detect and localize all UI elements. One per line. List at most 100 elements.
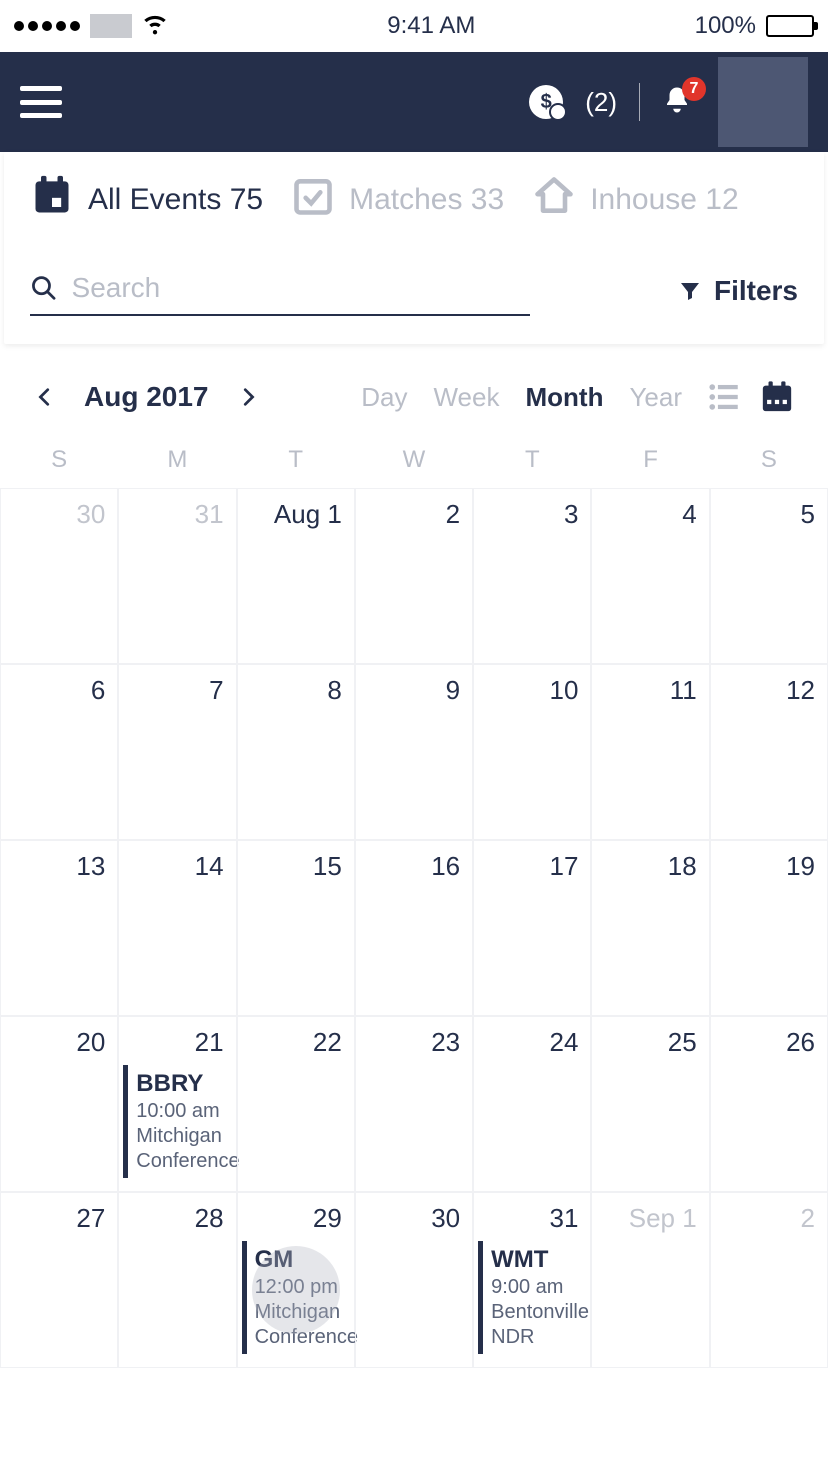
calendar-cell[interactable]: 31	[118, 488, 236, 664]
calendar-cell[interactable]: 23	[355, 1016, 473, 1192]
calendar-cell[interactable]: 29 GM12:00 pmMitchiganConference	[237, 1192, 355, 1368]
calendar-cell[interactable]: 14	[118, 840, 236, 1016]
list-view-icon[interactable]	[708, 380, 742, 414]
day-number: 29	[250, 1203, 342, 1234]
calendar-cell[interactable]: 25	[591, 1016, 709, 1192]
event-card[interactable]: BBRY10:00 amMitchiganConference	[123, 1065, 235, 1178]
day-number: 2	[368, 499, 460, 530]
tab-label: All Events 75	[88, 183, 263, 217]
calendar-cell[interactable]: 4	[591, 488, 709, 664]
day-number: 4	[604, 499, 696, 530]
calendar-cell[interactable]: 30	[355, 1192, 473, 1368]
tab-all[interactable]: All Events 75	[30, 174, 263, 226]
calendar-cell[interactable]: 2	[355, 488, 473, 664]
status-bar: 9:41 AM 100%	[0, 0, 828, 52]
day-number: 18	[604, 851, 696, 882]
tab-inhouse[interactable]: Inhouse 12	[532, 174, 738, 226]
dollar-check-icon[interactable]: $	[529, 85, 563, 119]
calendar-view-icon[interactable]	[760, 380, 794, 414]
calendar-cell[interactable]: 24	[473, 1016, 591, 1192]
calendar-cell[interactable]: 10	[473, 664, 591, 840]
calendar-cell[interactable]: 31 WMT9:00 amBentonvilleNDR	[473, 1192, 591, 1368]
tab-matches[interactable]: Matches 33	[291, 174, 504, 226]
weekday-label: F	[591, 446, 709, 474]
calendar-cell[interactable]: 30	[0, 488, 118, 664]
calendar-cell[interactable]: 5	[710, 488, 828, 664]
calendar-cell[interactable]: Aug 1	[237, 488, 355, 664]
day-number: 25	[604, 1027, 696, 1058]
view-month[interactable]: Month	[525, 382, 603, 413]
view-year[interactable]: Year	[629, 382, 682, 413]
notifications-button[interactable]: 7	[662, 85, 696, 119]
weekday-label: S	[710, 446, 828, 474]
calendar-cell[interactable]: 16	[355, 840, 473, 1016]
calendar-cell[interactable]: 21 BBRY10:00 amMitchiganConference	[118, 1016, 236, 1192]
event-card[interactable]: GM12:00 pmMitchiganConference	[242, 1241, 354, 1354]
event-title: GM	[255, 1245, 352, 1275]
day-number: 3	[486, 499, 578, 530]
menu-icon[interactable]	[20, 86, 62, 118]
calendar-grid: 3031Aug 12345678910111213141516171819202…	[0, 488, 828, 1368]
event-line: Bentonville	[491, 1300, 588, 1325]
day-number: 11	[604, 675, 696, 706]
event-time: 9:00 am	[491, 1275, 588, 1300]
calendar-cell[interactable]: 3	[473, 488, 591, 664]
weekday-label: T	[237, 446, 355, 474]
day-number: 5	[723, 499, 815, 530]
view-week[interactable]: Week	[433, 382, 499, 413]
day-number: 31	[486, 1203, 578, 1234]
calendar-cell[interactable]: 11	[591, 664, 709, 840]
search-input[interactable]	[72, 272, 530, 304]
day-number: 24	[486, 1027, 578, 1058]
day-number: 31	[131, 499, 223, 530]
calendar-cell[interactable]: 26	[710, 1016, 828, 1192]
calendar-cell[interactable]: 27	[0, 1192, 118, 1368]
calendar-cell[interactable]: 28	[118, 1192, 236, 1368]
day-number: 21	[131, 1027, 223, 1058]
calendar-cell[interactable]: 7	[118, 664, 236, 840]
calendar-cell[interactable]: 17	[473, 840, 591, 1016]
day-number: 8	[250, 675, 342, 706]
filters-label: Filters	[714, 275, 798, 307]
filter-card: All Events 75 Matches 33 Inhouse 12 Filter…	[4, 152, 824, 344]
avatar[interactable]	[718, 57, 808, 147]
day-number: 2	[723, 1203, 815, 1234]
check-calendar-icon	[291, 174, 335, 226]
day-number: 19	[723, 851, 815, 882]
event-card[interactable]: WMT9:00 amBentonvilleNDR	[478, 1241, 590, 1354]
calendar-cell[interactable]: 15	[237, 840, 355, 1016]
carrier-box	[90, 14, 132, 38]
calendar-cell[interactable]: 6	[0, 664, 118, 840]
calendar-cell[interactable]: 12	[710, 664, 828, 840]
battery-icon	[766, 15, 814, 37]
wifi-icon	[142, 10, 168, 43]
calendar-cell[interactable]: Sep 1	[591, 1192, 709, 1368]
search-icon	[30, 273, 58, 303]
calendar-cell[interactable]: 13	[0, 840, 118, 1016]
day-number: 15	[250, 851, 342, 882]
calendar-icon	[30, 174, 74, 226]
money-count: (2)	[585, 87, 617, 118]
calendar-cell[interactable]: 9	[355, 664, 473, 840]
view-day[interactable]: Day	[361, 382, 407, 413]
event-line: NDR	[491, 1325, 588, 1350]
day-number: 28	[131, 1203, 223, 1234]
calendar-cell[interactable]: 20	[0, 1016, 118, 1192]
calendar-cell[interactable]: 2	[710, 1192, 828, 1368]
next-month-button[interactable]	[237, 386, 259, 408]
day-number: 13	[13, 851, 105, 882]
filter-icon	[678, 279, 702, 303]
calendar-header: Aug 2017 Day Week Month Year	[0, 362, 828, 428]
calendar-cell[interactable]: 18	[591, 840, 709, 1016]
month-label[interactable]: Aug 2017	[84, 381, 209, 413]
calendar-cell[interactable]: 22	[237, 1016, 355, 1192]
calendar-cell[interactable]: 8	[237, 664, 355, 840]
day-number: 22	[250, 1027, 342, 1058]
weekday-label: T	[473, 446, 591, 474]
day-number: 27	[13, 1203, 105, 1234]
filters-button[interactable]: Filters	[678, 275, 798, 307]
prev-month-button[interactable]	[34, 386, 56, 408]
event-time: 12:00 pm	[255, 1275, 352, 1300]
day-number: 7	[131, 675, 223, 706]
calendar-cell[interactable]: 19	[710, 840, 828, 1016]
